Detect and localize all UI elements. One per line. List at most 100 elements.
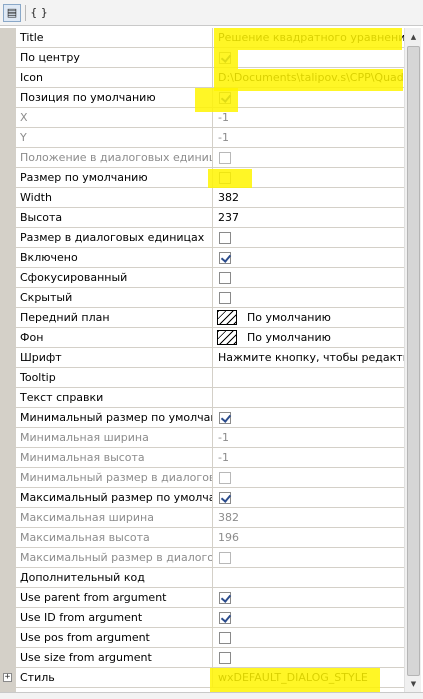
property-row[interactable]: ШрифтНажмите кнопку, чтобы редактировать (0, 348, 404, 368)
property-checkbox[interactable] (219, 492, 231, 504)
property-name: Включено (16, 248, 213, 267)
property-name: Минимальная высота (16, 448, 213, 467)
property-value[interactable]: По умолчанию (247, 308, 331, 327)
color-swatch-icon[interactable] (217, 330, 237, 345)
property-row[interactable]: Высота 237 (0, 208, 404, 228)
property-row[interactable]: Width 382 (0, 188, 404, 208)
expand-icon[interactable]: + (3, 673, 12, 682)
highlight-mark-default-size (208, 169, 252, 188)
property-name: Стиль (16, 668, 213, 687)
highlight-mark-icon (214, 69, 403, 91)
property-name: Use parent from argument (16, 588, 213, 607)
property-row[interactable]: Максимальная ширина 382 (0, 508, 404, 528)
property-name: Позиция по умолчанию (16, 88, 213, 107)
property-checkbox[interactable] (219, 612, 231, 624)
property-value[interactable]: 237 (214, 208, 404, 227)
property-value: -1 (218, 451, 229, 464)
property-row[interactable]: Дополнительный код (0, 568, 404, 588)
property-value: 382 (218, 511, 239, 524)
property-row[interactable]: Скрытый (0, 288, 404, 308)
property-value: 196 (218, 531, 239, 544)
property-name: X (16, 108, 213, 127)
property-name: Высота (16, 208, 213, 227)
property-toolbar: ▤ { } (0, 0, 423, 26)
property-name: Максимальный размер в диалоговых единица… (16, 548, 213, 567)
property-row[interactable]: Текст справки (0, 388, 404, 408)
braces-icon[interactable]: { } (30, 4, 48, 22)
property-row[interactable]: Use ID from argument (0, 608, 404, 628)
property-name: Размер в диалоговых единицах (16, 228, 213, 247)
property-row[interactable]: Положение в диалоговых единицах (0, 148, 404, 168)
color-swatch-icon[interactable] (217, 310, 237, 325)
property-name: Сфокусированный (16, 268, 213, 287)
property-row[interactable]: Use parent from argument (0, 588, 404, 608)
property-grid: TitleРешение квадратного уравненияПо цен… (0, 28, 404, 692)
scrollbar-thumb[interactable] (407, 46, 420, 676)
property-row[interactable]: Минимальная высота -1 (0, 448, 404, 468)
property-name: Tooltip (16, 368, 213, 387)
property-checkbox[interactable] (219, 292, 231, 304)
property-name: Фон (16, 328, 213, 347)
panel-bottom-edge (0, 692, 423, 699)
property-row[interactable]: Y -1 (0, 128, 404, 148)
property-name: Скрытый (16, 288, 213, 307)
property-name: Минимальный размер в диалоговых единицах (16, 468, 213, 487)
property-checkbox[interactable] (219, 252, 231, 264)
property-row[interactable]: Размер в диалоговых единицах (0, 228, 404, 248)
property-value[interactable] (214, 368, 404, 387)
property-row[interactable]: Фон По умолчанию (0, 328, 404, 348)
property-name: Дополнительный код (16, 568, 213, 587)
property-checkbox[interactable] (219, 632, 231, 644)
property-row[interactable]: Передний план По умолчанию (0, 308, 404, 328)
property-checkbox (219, 552, 231, 564)
property-value[interactable]: 382 (214, 188, 404, 207)
property-name: Y (16, 128, 213, 147)
property-row[interactable]: По центру (0, 48, 404, 68)
vertical-scrollbar[interactable]: ▲ ▼ (404, 28, 421, 692)
highlight-mark-default-position (195, 88, 238, 112)
property-name: Width (16, 188, 213, 207)
property-row[interactable]: Tooltip (0, 368, 404, 388)
property-name: Use pos from argument (16, 628, 213, 647)
property-checkbox[interactable] (219, 232, 231, 244)
highlight-mark-style (210, 668, 380, 692)
property-checkbox[interactable] (219, 592, 231, 604)
property-row[interactable]: Минимальный размер по умолчанию (0, 408, 404, 428)
property-value[interactable]: По умолчанию (247, 328, 331, 347)
property-row[interactable]: Use size from argument (0, 648, 404, 668)
property-row[interactable]: Максимальный размер по умолчанию (0, 488, 404, 508)
property-value[interactable]: Нажмите кнопку, чтобы редактировать (214, 348, 404, 367)
property-name: Title (16, 28, 213, 47)
property-row[interactable]: Максимальный размер в диалоговых единица… (0, 548, 404, 568)
property-name: Максимальный размер по умолчанию (16, 488, 213, 507)
property-name: Максимальная ширина (16, 508, 213, 527)
scroll-down-icon[interactable]: ▼ (406, 675, 421, 692)
property-name: Текст справки (16, 388, 213, 407)
property-row[interactable]: Размер по умолчанию (0, 168, 404, 188)
highlight-mark-center (214, 50, 238, 69)
property-name: По центру (16, 48, 213, 67)
scroll-up-icon[interactable]: ▲ (406, 28, 421, 45)
property-row[interactable]: Сфокусированный (0, 268, 404, 288)
property-row[interactable]: Минимальная ширина -1 (0, 428, 404, 448)
list-view-icon[interactable]: ▤ (3, 3, 21, 22)
property-name: Положение в диалоговых единицах (16, 148, 213, 167)
property-name: Use size from argument (16, 648, 213, 667)
property-checkbox (219, 152, 231, 164)
toolbar-separator (25, 4, 26, 21)
property-row[interactable]: Включено (0, 248, 404, 268)
property-name: Минимальная ширина (16, 428, 213, 447)
property-value[interactable] (214, 568, 404, 587)
property-checkbox (219, 472, 231, 484)
property-value: -1 (218, 111, 229, 124)
property-value[interactable] (214, 388, 404, 407)
property-checkbox[interactable] (219, 652, 231, 664)
property-checkbox[interactable] (219, 412, 231, 424)
property-value: -1 (218, 431, 229, 444)
property-row[interactable]: Минимальный размер в диалоговых единицах (0, 468, 404, 488)
property-row[interactable]: Максимальная высота 196 (0, 528, 404, 548)
property-name: Use ID from argument (16, 608, 213, 627)
property-checkbox[interactable] (219, 272, 231, 284)
property-name: Размер по умолчанию (16, 168, 213, 187)
property-row[interactable]: Use pos from argument (0, 628, 404, 648)
